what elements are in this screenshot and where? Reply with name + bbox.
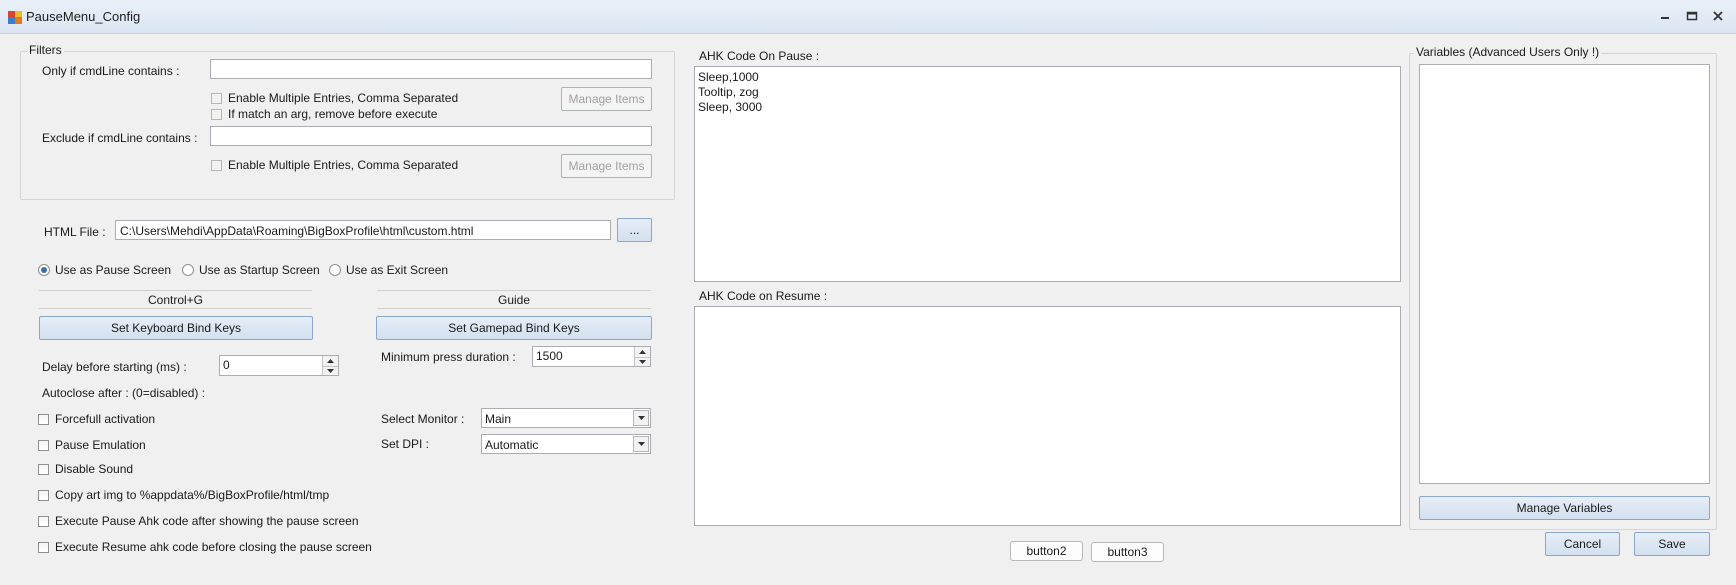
option-label: Copy art img to %appdata%/BigBoxProfile/… <box>55 488 330 502</box>
keyboard-binding-line <box>39 290 312 291</box>
include-label: Only if cmdLine contains : <box>42 64 180 78</box>
dpi-label: Set DPI : <box>381 437 430 451</box>
window-title: PauseMenu_Config <box>26 9 141 24</box>
include-manage-items-button[interactable]: Manage Items <box>561 87 652 111</box>
exclude-multi-checkbox[interactable]: Enable Multiple Entries, Comma Separated <box>211 158 458 172</box>
ahk-resume-textarea[interactable] <box>694 306 1401 526</box>
code-line: Sleep,1000 <box>698 70 759 84</box>
radio-pause-screen[interactable]: Use as Pause Screen <box>38 263 171 277</box>
set-keyboard-bind-button[interactable]: Set Keyboard Bind Keys <box>39 316 313 340</box>
include-remove-arg-checkbox[interactable]: If match an arg, remove before execute <box>211 107 437 121</box>
delay-value: 0 <box>223 358 230 372</box>
execute-resume-ahk-checkbox[interactable]: Execute Resume ahk code before closing t… <box>38 540 372 554</box>
autoclose-label: Autoclose after : (0=disabled) : <box>42 386 206 400</box>
title-bar: PauseMenu_Config <box>0 0 1736 34</box>
radio-label: Use as Exit Screen <box>346 263 449 277</box>
variables-group-label: Variables (Advanced Users Only !) <box>1414 45 1602 59</box>
chevron-up-icon[interactable] <box>323 356 338 366</box>
cancel-button[interactable]: Cancel <box>1545 532 1620 556</box>
monitor-value: Main <box>485 412 512 426</box>
html-file-label: HTML File : <box>44 225 106 239</box>
delay-label: Delay before starting (ms) : <box>42 360 187 374</box>
exclude-manage-items-button[interactable]: Manage Items <box>561 154 652 178</box>
chevron-down-icon[interactable] <box>633 436 649 452</box>
ahk-pause-textarea[interactable]: Sleep,1000 Tooltip, zog Sleep, 3000 <box>694 66 1401 282</box>
variables-list[interactable] <box>1419 64 1710 484</box>
option-label: Execute Pause Ahk code after showing the… <box>55 514 359 528</box>
min-press-stepper[interactable]: 1500 <box>532 346 651 367</box>
app-icon <box>8 11 22 24</box>
radio-indicator[interactable] <box>329 264 341 276</box>
exclude-input[interactable] <box>210 126 652 146</box>
delay-stepper[interactable]: 0 <box>219 355 339 376</box>
monitor-label: Select Monitor : <box>381 412 465 426</box>
chevron-up-icon[interactable] <box>635 347 650 357</box>
option-label: Execute Resume ahk code before closing t… <box>55 540 372 554</box>
exclude-label: Exclude if cmdLine contains : <box>42 131 198 145</box>
chevron-down-icon[interactable] <box>633 410 649 426</box>
radio-indicator[interactable] <box>38 264 50 276</box>
forcefull-activation-checkbox[interactable]: Forcefull activation <box>38 412 155 426</box>
disable-sound-checkbox[interactable]: Disable Sound <box>38 462 133 476</box>
dpi-value: Automatic <box>485 438 539 452</box>
execute-pause-ahk-checkbox[interactable]: Execute Pause Ahk code after showing the… <box>38 514 359 528</box>
button3[interactable]: button3 <box>1091 542 1164 562</box>
radio-label: Use as Startup Screen <box>199 263 320 277</box>
include-remove-arg-label: If match an arg, remove before execute <box>228 107 438 121</box>
code-line: Tooltip, zog <box>698 85 759 99</box>
ahk-resume-label: AHK Code on Resume : <box>699 289 828 303</box>
html-file-input[interactable]: C:\Users\Mehdi\AppData\Roaming\BigBoxPro… <box>115 220 611 240</box>
keyboard-binding-value: Control+G <box>147 293 204 307</box>
checkbox-box[interactable] <box>211 92 222 104</box>
checkbox-box[interactable] <box>38 541 49 553</box>
radio-indicator[interactable] <box>182 264 194 276</box>
option-label: Disable Sound <box>55 462 134 476</box>
browse-button[interactable]: ... <box>617 218 652 242</box>
min-press-value: 1500 <box>536 349 563 363</box>
gamepad-binding-value: Guide <box>497 293 531 307</box>
min-press-label: Minimum press duration : <box>381 350 516 364</box>
checkbox-box[interactable] <box>38 463 49 475</box>
gamepad-binding-line <box>377 290 651 291</box>
radio-exit-screen[interactable]: Use as Exit Screen <box>329 263 448 277</box>
button2[interactable]: button2 <box>1010 541 1083 561</box>
radio-startup-screen[interactable]: Use as Startup Screen <box>182 263 320 277</box>
chevron-down-icon[interactable] <box>635 356 650 366</box>
manage-variables-button[interactable]: Manage Variables <box>1419 496 1710 520</box>
checkbox-box[interactable] <box>38 439 49 451</box>
monitor-select[interactable]: Main <box>481 408 651 428</box>
option-label: Pause Emulation <box>55 438 146 452</box>
keyboard-binding-line <box>39 308 312 309</box>
checkbox-box[interactable] <box>211 159 222 171</box>
copy-art-checkbox[interactable]: Copy art img to %appdata%/BigBoxProfile/… <box>38 488 329 502</box>
minimize-icon[interactable] <box>1655 8 1675 24</box>
include-multi-label: Enable Multiple Entries, Comma Separated <box>228 91 459 105</box>
exclude-multi-label: Enable Multiple Entries, Comma Separated <box>228 158 459 172</box>
ahk-pause-label: AHK Code On Pause : <box>699 49 820 63</box>
checkbox-box[interactable] <box>38 515 49 527</box>
code-line: Sleep, 3000 <box>698 100 763 114</box>
dpi-select[interactable]: Automatic <box>481 434 651 454</box>
checkbox-box[interactable] <box>38 413 49 425</box>
include-input[interactable] <box>210 59 652 79</box>
close-icon[interactable] <box>1708 8 1728 24</box>
option-label: Forcefull activation <box>55 412 156 426</box>
set-gamepad-bind-button[interactable]: Set Gamepad Bind Keys <box>376 316 652 340</box>
pause-emulation-checkbox[interactable]: Pause Emulation <box>38 438 146 452</box>
filters-group-label: Filters <box>27 43 64 57</box>
gamepad-binding-line <box>377 308 651 309</box>
restore-icon[interactable] <box>1682 8 1702 24</box>
include-multi-checkbox[interactable]: Enable Multiple Entries, Comma Separated <box>211 91 458 105</box>
checkbox-box[interactable] <box>211 108 222 120</box>
save-button[interactable]: Save <box>1634 532 1710 556</box>
radio-label: Use as Pause Screen <box>55 263 172 277</box>
chevron-down-icon[interactable] <box>323 365 338 375</box>
checkbox-box[interactable] <box>38 489 49 501</box>
